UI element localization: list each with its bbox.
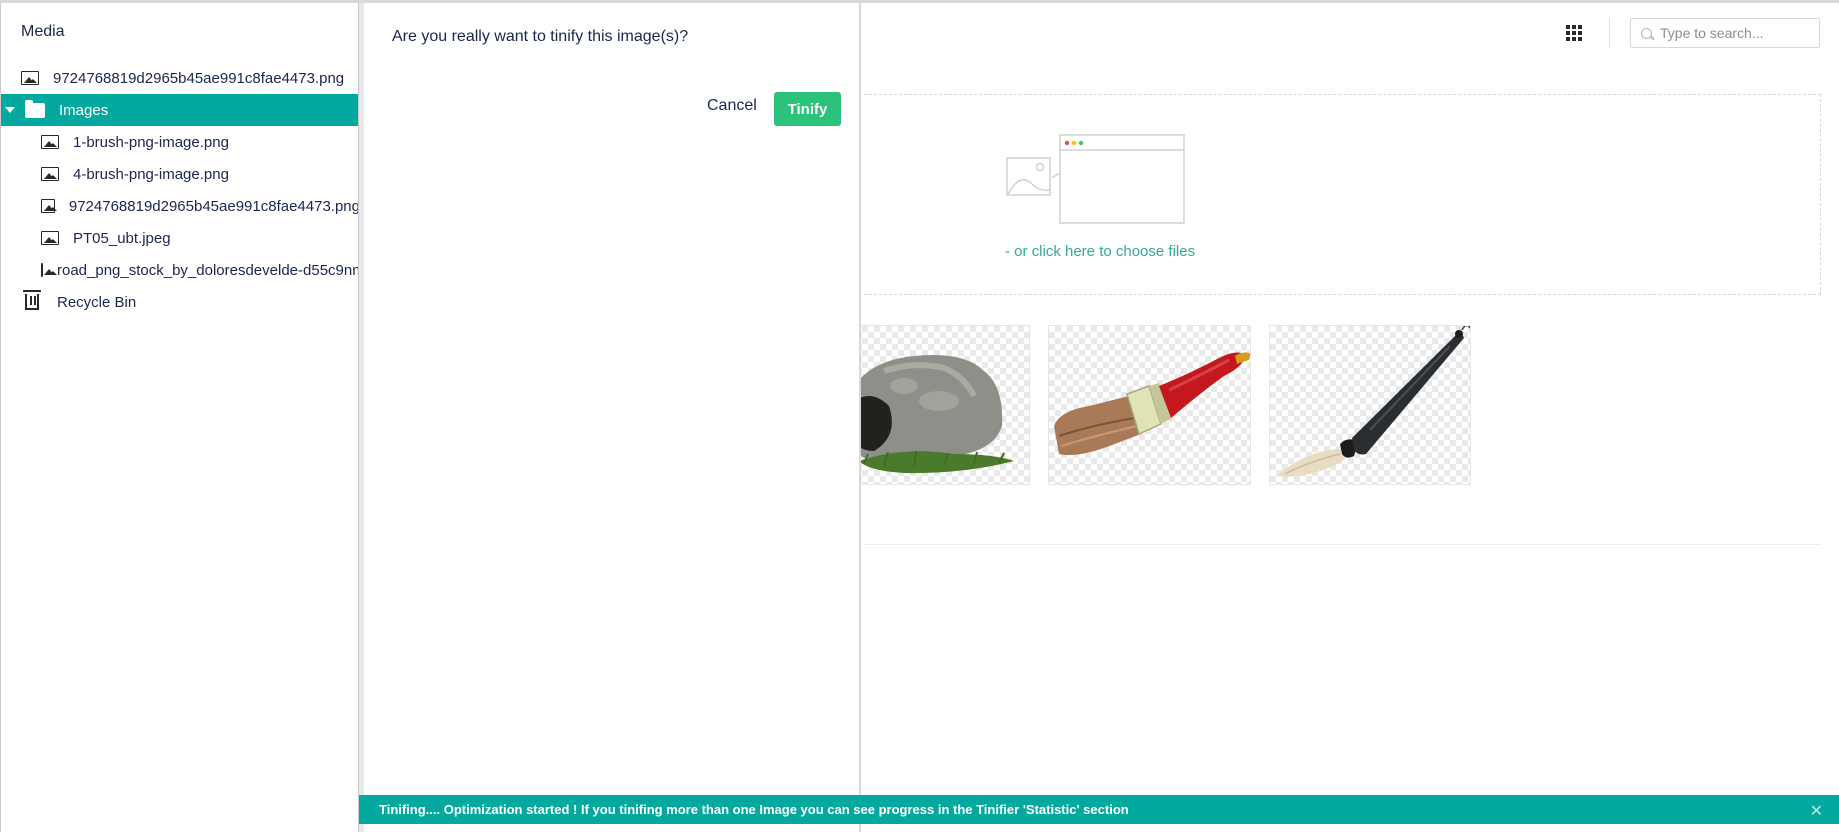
toolbar-divider	[1609, 18, 1610, 48]
folder-icon	[25, 99, 45, 118]
upload-dropzone[interactable]: - or click here to choose files	[864, 94, 1821, 295]
tree-item-image[interactable]: 9724768819d2965b45ae991c8fae4473.png	[1, 190, 359, 222]
notification-message: Tinifing.... Optimization started ! If y…	[379, 802, 1129, 817]
tree-item-image[interactable]: 1-brush-png-image.png	[1, 126, 358, 158]
search-box[interactable]	[1630, 18, 1820, 48]
tree-item-label: PT05_ubt.jpeg	[73, 229, 171, 247]
close-icon[interactable]: ✕	[1810, 801, 1823, 821]
media-tree-sidebar: Media 9724768819d2965b45ae991c8fae4473.p…	[0, 3, 359, 832]
image-icon	[41, 263, 57, 277]
choose-files-link[interactable]: - or click here to choose files	[1005, 243, 1195, 260]
sidebar-title: Media	[21, 23, 65, 40]
search-icon	[1641, 27, 1652, 39]
tree-item-label: Images	[59, 101, 109, 119]
tree-item-root-image[interactable]: 9724768819d2965b45ae991c8fae4473.png	[1, 62, 358, 94]
rock-image	[848, 355, 1014, 474]
image-icon	[41, 167, 59, 181]
tree-item-label: 9724768819d2965b45ae991c8fae4473.png	[68, 197, 359, 215]
search-input[interactable]	[1660, 25, 1810, 41]
image-icon	[41, 199, 57, 213]
dialog-question: Are you really want to tinify this image…	[392, 28, 689, 45]
cancel-button[interactable]: Cancel	[707, 97, 757, 115]
tree-item-label: road_png_stock_by_doloresdevelde-d55c9nm…	[57, 261, 358, 279]
tree-item-images-folder[interactable]: Images	[1, 94, 358, 126]
tree-item-image[interactable]: 4-brush-png-image.png	[1, 158, 358, 190]
image-icon	[21, 71, 39, 85]
caret-down-icon[interactable]	[5, 107, 15, 113]
calligraphy-brush-thumbnail[interactable]	[1269, 325, 1471, 485]
rock-thumbnail[interactable]	[843, 325, 1030, 485]
grid-view-icon[interactable]	[1566, 25, 1582, 41]
content-separator	[864, 544, 1821, 545]
tinify-confirm-dialog: Are you really want to tinify this image…	[359, 3, 861, 832]
paint-brush-image	[1054, 352, 1250, 456]
tree-item-image[interactable]: PT05_ubt.jpeg	[1, 222, 358, 254]
tree-item-label: 4-brush-png-image.png	[73, 165, 229, 183]
calligraphy-brush-image	[1276, 326, 1470, 477]
image-icon	[41, 231, 59, 245]
upload-illustration-icon	[1006, 134, 1185, 224]
tree-item-image[interactable]: road_png_stock_by_doloresdevelde-d55c9nm…	[1, 254, 358, 286]
paint-brush-thumbnail[interactable]	[1048, 325, 1251, 485]
notification-bar: Tinifing.... Optimization started ! If y…	[359, 795, 1839, 824]
tree-item-label: Recycle Bin	[57, 293, 137, 311]
tree-item-label: 9724768819d2965b45ae991c8fae4473.png	[53, 69, 345, 87]
tree-item-label: 1-brush-png-image.png	[73, 133, 229, 151]
tree-item-recycle-bin[interactable]: Recycle Bin	[1, 286, 358, 318]
image-icon	[41, 135, 59, 149]
trash-icon	[23, 290, 41, 310]
tinify-button[interactable]: Tinify	[774, 92, 841, 126]
